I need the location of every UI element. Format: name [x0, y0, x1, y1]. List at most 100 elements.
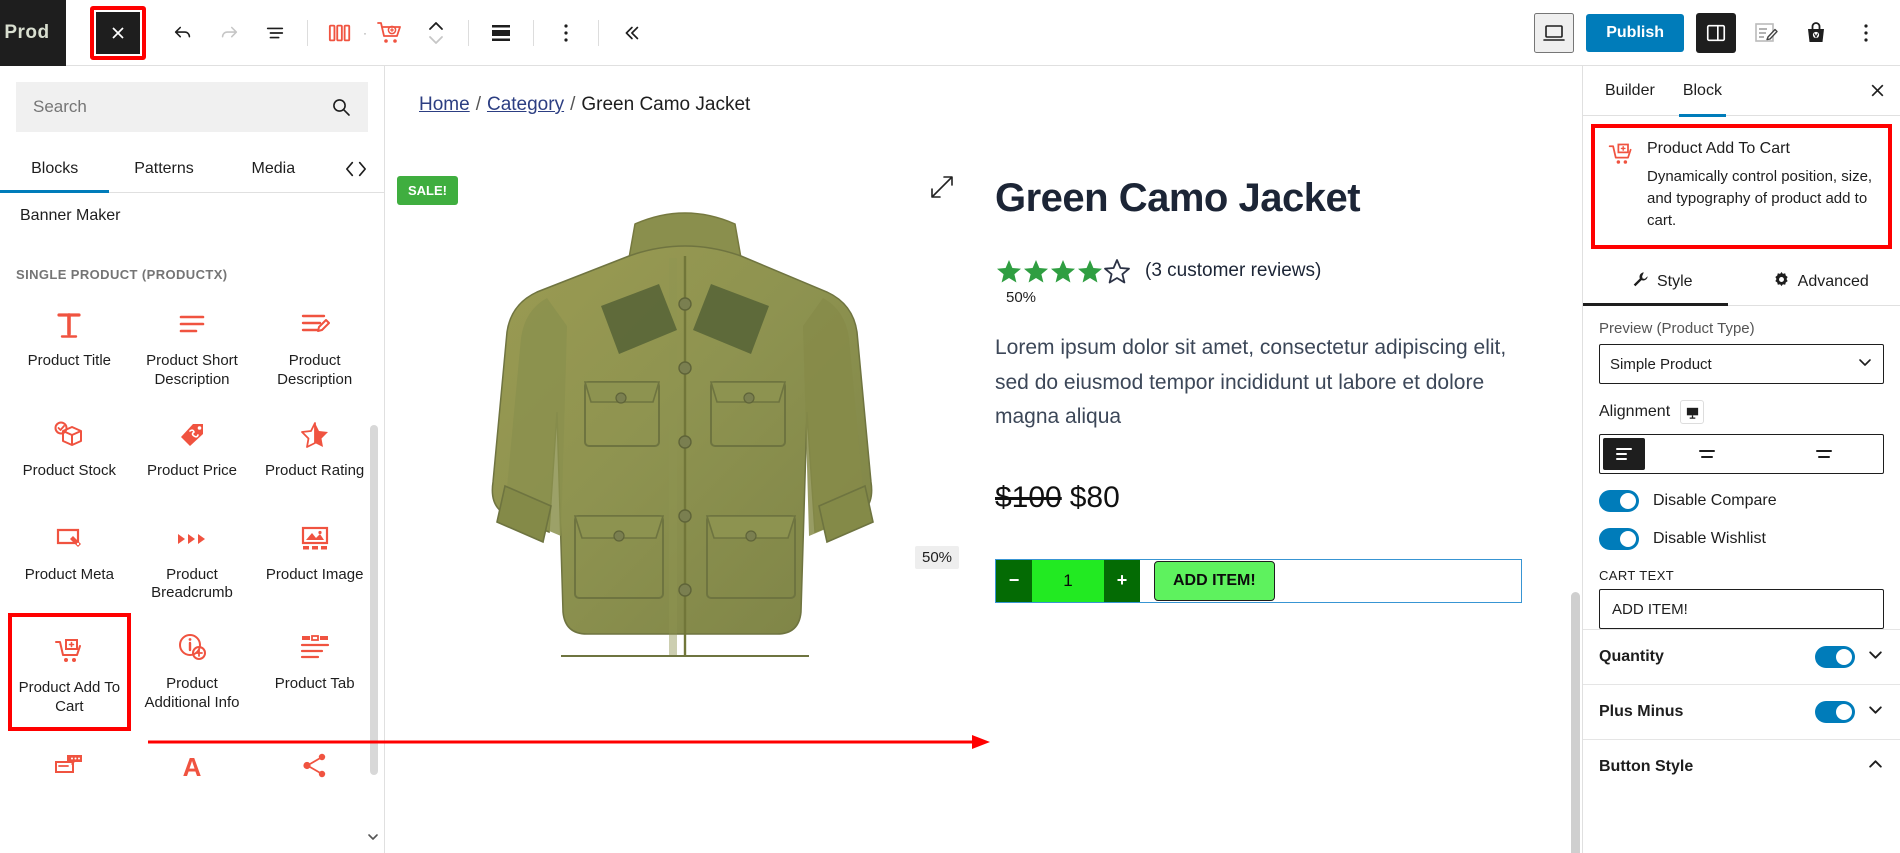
block-item-product-add-to-cart[interactable]: Product Add To Cart: [8, 613, 131, 731]
tab-style[interactable]: Style: [1583, 259, 1742, 307]
block-item-product-breadcrumb[interactable]: Product Breadcrumb: [131, 504, 254, 614]
quantity-input[interactable]: [1032, 559, 1104, 602]
desktop-icon: [1543, 24, 1566, 41]
brand-label: Prod: [4, 21, 50, 43]
accordion-quantity[interactable]: Quantity: [1583, 629, 1900, 684]
star-rating-icon: [300, 418, 330, 452]
block-label: Product Description: [277, 352, 353, 388]
block-item-product-image[interactable]: Product Image: [253, 504, 376, 614]
alignment-buttons: [1599, 434, 1884, 475]
desktop-icon[interactable]: [1680, 400, 1705, 425]
meta-tag-icon: [54, 522, 84, 556]
block-options-button[interactable]: [543, 10, 589, 56]
accordion-controls: [1815, 701, 1884, 724]
settings-panel-icon: [1706, 24, 1726, 41]
svg-text:A: A: [183, 752, 202, 780]
quantity-decrement-button[interactable]: −: [996, 559, 1032, 602]
settings-panel-button[interactable]: [1696, 12, 1736, 53]
add-to-cart-block[interactable]: − + ADD ITEM!: [995, 558, 1522, 603]
block-item-product-title[interactable]: Product Title: [8, 290, 131, 400]
block-item-product-review[interactable]: [8, 731, 131, 835]
alignment-label: Alignment: [1599, 403, 1671, 421]
review-icon: [53, 749, 85, 783]
plus-minus-toggle[interactable]: [1815, 701, 1855, 724]
block-label: Product Tab: [274, 675, 355, 692]
tab-builder[interactable]: Builder: [1591, 66, 1669, 116]
align-right-button[interactable]: [1766, 435, 1884, 473]
accordion-plus-minus[interactable]: Plus Minus: [1583, 684, 1900, 739]
canvas-scrollbar[interactable]: [1571, 132, 1580, 853]
sidebar-scroll-down-icon[interactable]: [366, 830, 380, 849]
block-item-share[interactable]: [253, 731, 376, 835]
layout-button[interactable]: [478, 10, 524, 56]
tab-block[interactable]: Block: [1669, 66, 1736, 117]
close-settings-button[interactable]: [1869, 82, 1886, 99]
editor-canvas: Home / Category / Green Camo Jacket SALE!: [385, 66, 1582, 853]
block-item-typography[interactable]: A: [131, 731, 254, 835]
align-left-button[interactable]: [1603, 438, 1645, 471]
close-inserter-button[interactable]: [96, 11, 140, 54]
accordion-controls: [1815, 646, 1884, 669]
bag-icon: [1808, 21, 1824, 42]
block-label: Product Image: [265, 565, 364, 583]
tab-advanced[interactable]: Advanced: [1742, 259, 1900, 305]
wordpress-bag-button[interactable]: [1796, 13, 1836, 53]
disable-compare-toggle[interactable]: [1599, 490, 1639, 513]
block-item-product-description[interactable]: Product Description: [253, 290, 376, 400]
layout-icon: [492, 24, 510, 41]
chevron-up-icon[interactable]: [1867, 756, 1884, 778]
tab-patterns[interactable]: Patterns: [109, 146, 218, 192]
preview-device-button[interactable]: [1534, 12, 1575, 53]
breadcrumb-link-category[interactable]: Category: [487, 94, 564, 115]
disable-wishlist-toggle[interactable]: [1599, 528, 1639, 551]
cart-text-input[interactable]: ADD ITEM!: [1599, 589, 1884, 630]
accordion-title: Plus Minus: [1599, 703, 1684, 721]
list-view-button[interactable]: [252, 10, 298, 56]
align-left-icon: [1616, 448, 1632, 461]
cart-block-button[interactable]: [367, 10, 413, 56]
edit-mode-button[interactable]: [1746, 13, 1786, 53]
add-to-cart-button[interactable]: ADD ITEM!: [1154, 560, 1275, 601]
more-options-button[interactable]: [1846, 13, 1886, 53]
chevron-down-icon[interactable]: [1867, 701, 1884, 723]
undo-icon: [174, 26, 191, 37]
preview-product-type-field: Preview (Product Type) Simple Product: [1583, 306, 1900, 385]
product-layout: SALE! 50% Green Camo Jacket (3 customer …: [385, 116, 1582, 853]
sidebar-scrollbar[interactable]: [370, 425, 378, 775]
tab-media[interactable]: Media: [219, 146, 328, 192]
list-item-banner-maker[interactable]: Banner Maker: [0, 193, 384, 239]
quantity-increment-button[interactable]: +: [1104, 559, 1140, 602]
block-item-product-meta[interactable]: Product Meta: [8, 504, 131, 614]
breadcrumb-link-home[interactable]: Home: [419, 94, 470, 115]
product-details: Green Camo Jacket (3 customer reviews) 5…: [985, 136, 1582, 853]
site-brand-block[interactable]: Prod: [0, 0, 66, 66]
toolbar-divider: [307, 19, 308, 46]
chevron-down-icon[interactable]: [1867, 646, 1884, 668]
align-center-button[interactable]: [1648, 435, 1766, 473]
collapse-button[interactable]: [608, 10, 654, 56]
block-item-product-stock[interactable]: Product Stock: [8, 400, 131, 504]
undo-button[interactable]: [160, 10, 206, 56]
zoom-level-tooltip-image: 50%: [915, 546, 960, 569]
block-item-product-price[interactable]: Product Price: [131, 400, 254, 504]
search-input[interactable]: [33, 97, 331, 117]
tab-blocks[interactable]: Blocks: [0, 146, 110, 193]
canvas-scrollbar-thumb[interactable]: [1571, 592, 1580, 853]
preview-select[interactable]: Simple Product: [1599, 344, 1884, 385]
block-item-product-short-description[interactable]: Product Short Description: [131, 290, 254, 400]
search-box[interactable]: [16, 82, 368, 132]
quantity-toggle[interactable]: [1815, 646, 1855, 669]
columns-button[interactable]: [317, 10, 363, 56]
block-item-product-tab[interactable]: Product Tab: [253, 613, 376, 731]
expand-arrows-icon[interactable]: [929, 174, 955, 205]
accordion-button-style[interactable]: Button Style: [1583, 739, 1900, 794]
blocks-scroll-area[interactable]: Banner Maker SINGLE PRODUCT (PRODUCTX) P…: [0, 193, 384, 853]
redo-button[interactable]: [206, 10, 252, 56]
move-updown-button[interactable]: [413, 10, 459, 56]
code-view-button[interactable]: [328, 160, 384, 178]
block-item-product-additional-info[interactable]: Product Additional Info: [131, 613, 254, 731]
add-to-cart-icon: [1607, 140, 1635, 231]
publish-button[interactable]: Publish: [1586, 13, 1684, 52]
product-image[interactable]: [435, 186, 935, 746]
block-item-product-rating[interactable]: Product Rating: [253, 400, 376, 504]
